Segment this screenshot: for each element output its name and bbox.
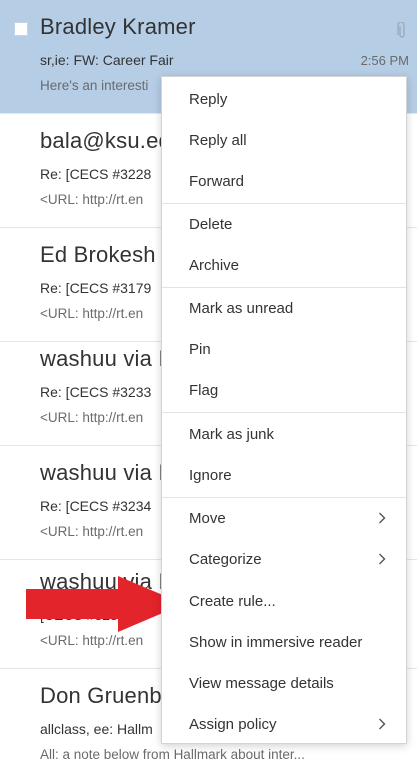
sender-name: Don Gruenb <box>40 683 162 708</box>
menu-item-delete[interactable]: Delete <box>162 204 406 244</box>
paperclip-icon <box>397 22 405 38</box>
message-preview: <URL: http://rt.en <box>40 306 144 321</box>
menu-item-label: Mark as junk <box>189 426 275 443</box>
message-preview: <URL: http://rt.en <box>40 524 144 539</box>
menu-item-categorize[interactable]: Categorize <box>162 539 406 579</box>
chevron-right-icon <box>379 512 386 524</box>
menu-item-mark-as-unread[interactable]: Mark as unread <box>162 288 406 328</box>
message-preview: All: a note below from Hallmark about in… <box>40 747 305 762</box>
menu-item-ignore[interactable]: Ignore <box>162 455 406 495</box>
menu-item-move[interactable]: Move <box>162 498 406 538</box>
menu-item-label: Forward <box>189 173 245 190</box>
message-subject: allclass, ee: Hallm <box>40 721 153 737</box>
message-preview: <URL: http://rt.en <box>40 410 144 425</box>
message-subject: Re: [CECS #3179 <box>40 280 152 296</box>
menu-item-view-message-details[interactable]: View message details <box>162 663 406 703</box>
sender-name: bala@ksu.ed <box>40 128 171 153</box>
menu-item-label: Create rule... <box>189 593 276 610</box>
sender-name: washuu via I <box>40 460 165 485</box>
menu-item-flag[interactable]: Flag <box>162 370 406 410</box>
menu-item-pin[interactable]: Pin <box>162 329 406 369</box>
menu-item-create-rule[interactable]: Create rule... <box>162 581 406 621</box>
menu-item-label: View message details <box>189 675 334 692</box>
menu-item-label: Mark as unread <box>189 300 294 317</box>
menu-item-label: Categorize <box>189 551 262 568</box>
message-preview: <URL: http://rt.en <box>40 633 144 648</box>
menu-item-mark-as-junk[interactable]: Mark as junk <box>162 414 406 454</box>
context-menu: Reply Reply all Forward Delete Archive M… <box>161 76 407 744</box>
menu-item-immersive-reader[interactable]: Show in immersive reader <box>162 622 406 662</box>
menu-item-label: Reply all <box>189 132 247 149</box>
sender-name: washuu via I <box>40 346 165 371</box>
chevron-right-icon <box>379 718 386 730</box>
message-subject: sr,ie: FW: Career Fair <box>40 52 174 68</box>
message-time: 2:56 PM <box>360 53 409 68</box>
select-checkbox[interactable] <box>14 22 28 36</box>
menu-item-label: Assign policy <box>189 716 277 733</box>
menu-item-label: Delete <box>189 216 233 233</box>
menu-item-assign-policy[interactable]: Assign policy <box>162 704 406 744</box>
menu-item-label: Show in immersive reader <box>189 634 363 651</box>
menu-divider <box>162 412 406 413</box>
menu-item-label: Pin <box>189 341 211 358</box>
message-preview: Here's an interesti <box>40 78 149 93</box>
message-preview: <URL: http://rt.en <box>40 192 144 207</box>
chevron-right-icon <box>379 553 386 565</box>
sender-name: Ed Brokesh v <box>40 242 174 267</box>
menu-item-label: Flag <box>189 382 219 399</box>
message-subject: Re: [CECS #3234 <box>40 498 152 514</box>
menu-item-label: Move <box>189 510 226 527</box>
menu-item-archive[interactable]: Archive <box>162 245 406 285</box>
sender-name: Bradley Kramer <box>40 14 196 39</box>
menu-item-label: Reply <box>189 91 228 108</box>
menu-item-reply-all[interactable]: Reply all <box>162 120 406 160</box>
message-subject: Re: [CECS #3228 <box>40 166 152 182</box>
menu-item-label: Archive <box>189 257 240 274</box>
menu-item-label: Ignore <box>189 467 232 484</box>
message-subject: Re: [CECS #3233 <box>40 384 152 400</box>
menu-item-reply[interactable]: Reply <box>162 79 406 119</box>
menu-item-forward[interactable]: Forward <box>162 161 406 201</box>
